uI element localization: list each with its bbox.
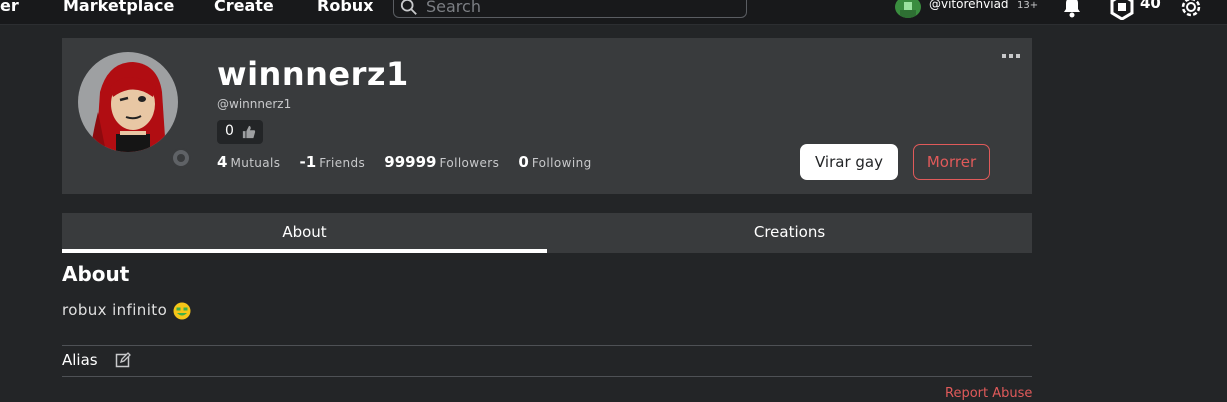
- top-navigation-bar: er Marketplace Create Robux @vitorehviad…: [0, 0, 1227, 25]
- stat-mutuals-value: 4: [217, 153, 228, 171]
- about-description-text: robux infinito: [62, 301, 168, 319]
- section-divider: [62, 345, 1032, 346]
- stat-following-label: Following: [531, 156, 592, 170]
- edit-alias-icon[interactable]: [115, 352, 131, 368]
- more-options-icon[interactable]: [1002, 52, 1020, 60]
- tab-about[interactable]: About: [62, 213, 547, 253]
- search-input[interactable]: [426, 0, 726, 17]
- account-avatar[interactable]: [895, 0, 921, 18]
- profile-stats: 4 Mutuals -1 Friends 99999 Followers 0 Follo…: [217, 152, 606, 171]
- thumbs-up-icon: [242, 125, 256, 139]
- tab-creations[interactable]: Creations: [547, 213, 1032, 253]
- avatar-image: [90, 62, 166, 152]
- robux-icon[interactable]: [1109, 0, 1135, 20]
- alias-label: Alias: [62, 351, 98, 369]
- secondary-action-button[interactable]: Morrer: [913, 144, 990, 180]
- badge-count: 0: [225, 123, 234, 139]
- stat-friends-label: Friends: [319, 156, 366, 170]
- stat-mutuals[interactable]: 4 Mutuals: [217, 152, 280, 171]
- profile-avatar[interactable]: [78, 52, 178, 152]
- nav-item-create[interactable]: Create: [214, 0, 274, 15]
- stat-friends[interactable]: -1 Friends: [300, 152, 366, 171]
- nav-item-marketplace[interactable]: Marketplace: [63, 0, 174, 15]
- section-divider-bottom: [62, 376, 1032, 377]
- robux-balance[interactable]: 40: [1140, 0, 1161, 12]
- stat-following[interactable]: 0 Following: [518, 152, 591, 171]
- profile-tabs: About Creations: [62, 213, 1032, 253]
- search-bar[interactable]: [393, 0, 747, 18]
- stat-mutuals-label: Mutuals: [230, 156, 281, 170]
- notifications-bell-icon[interactable]: [1059, 0, 1085, 20]
- account-username[interactable]: @vitorehviad: [929, 0, 1009, 11]
- report-abuse-link[interactable]: Report Abuse: [945, 386, 1032, 401]
- profile-display-name: winnnerz1: [217, 55, 409, 93]
- tab-about-label: About: [282, 223, 327, 241]
- profile-header-card: winnnerz1 @winnnerz1 0 4 Mutuals -1 Friend…: [62, 38, 1032, 194]
- presence-status-indicator: [171, 148, 191, 168]
- search-icon: [400, 0, 417, 15]
- about-description: robux infinito: [62, 301, 191, 320]
- verified-badge-pill[interactable]: 0: [217, 120, 263, 144]
- tab-creations-label: Creations: [753, 223, 826, 241]
- stat-followers-label: Followers: [439, 156, 500, 170]
- about-section-title: About: [62, 262, 130, 286]
- nav-item-robux[interactable]: Robux: [317, 0, 373, 15]
- primary-action-button[interactable]: Virar gay: [800, 144, 898, 180]
- stat-followers[interactable]: 99999 Followers: [384, 152, 499, 171]
- stat-followers-value: 99999: [384, 153, 437, 171]
- account-age-label: 13+: [1017, 0, 1039, 11]
- money-mouth-face-icon: [173, 302, 191, 319]
- profile-handle: @winnnerz1: [217, 97, 292, 111]
- stat-friends-value: -1: [299, 153, 317, 171]
- stat-following-value: 0: [518, 153, 529, 171]
- settings-gear-icon[interactable]: [1178, 0, 1204, 20]
- active-tab-indicator: [62, 249, 547, 253]
- account-avatar-image: [900, 2, 916, 18]
- nav-item-partial[interactable]: er: [0, 0, 19, 15]
